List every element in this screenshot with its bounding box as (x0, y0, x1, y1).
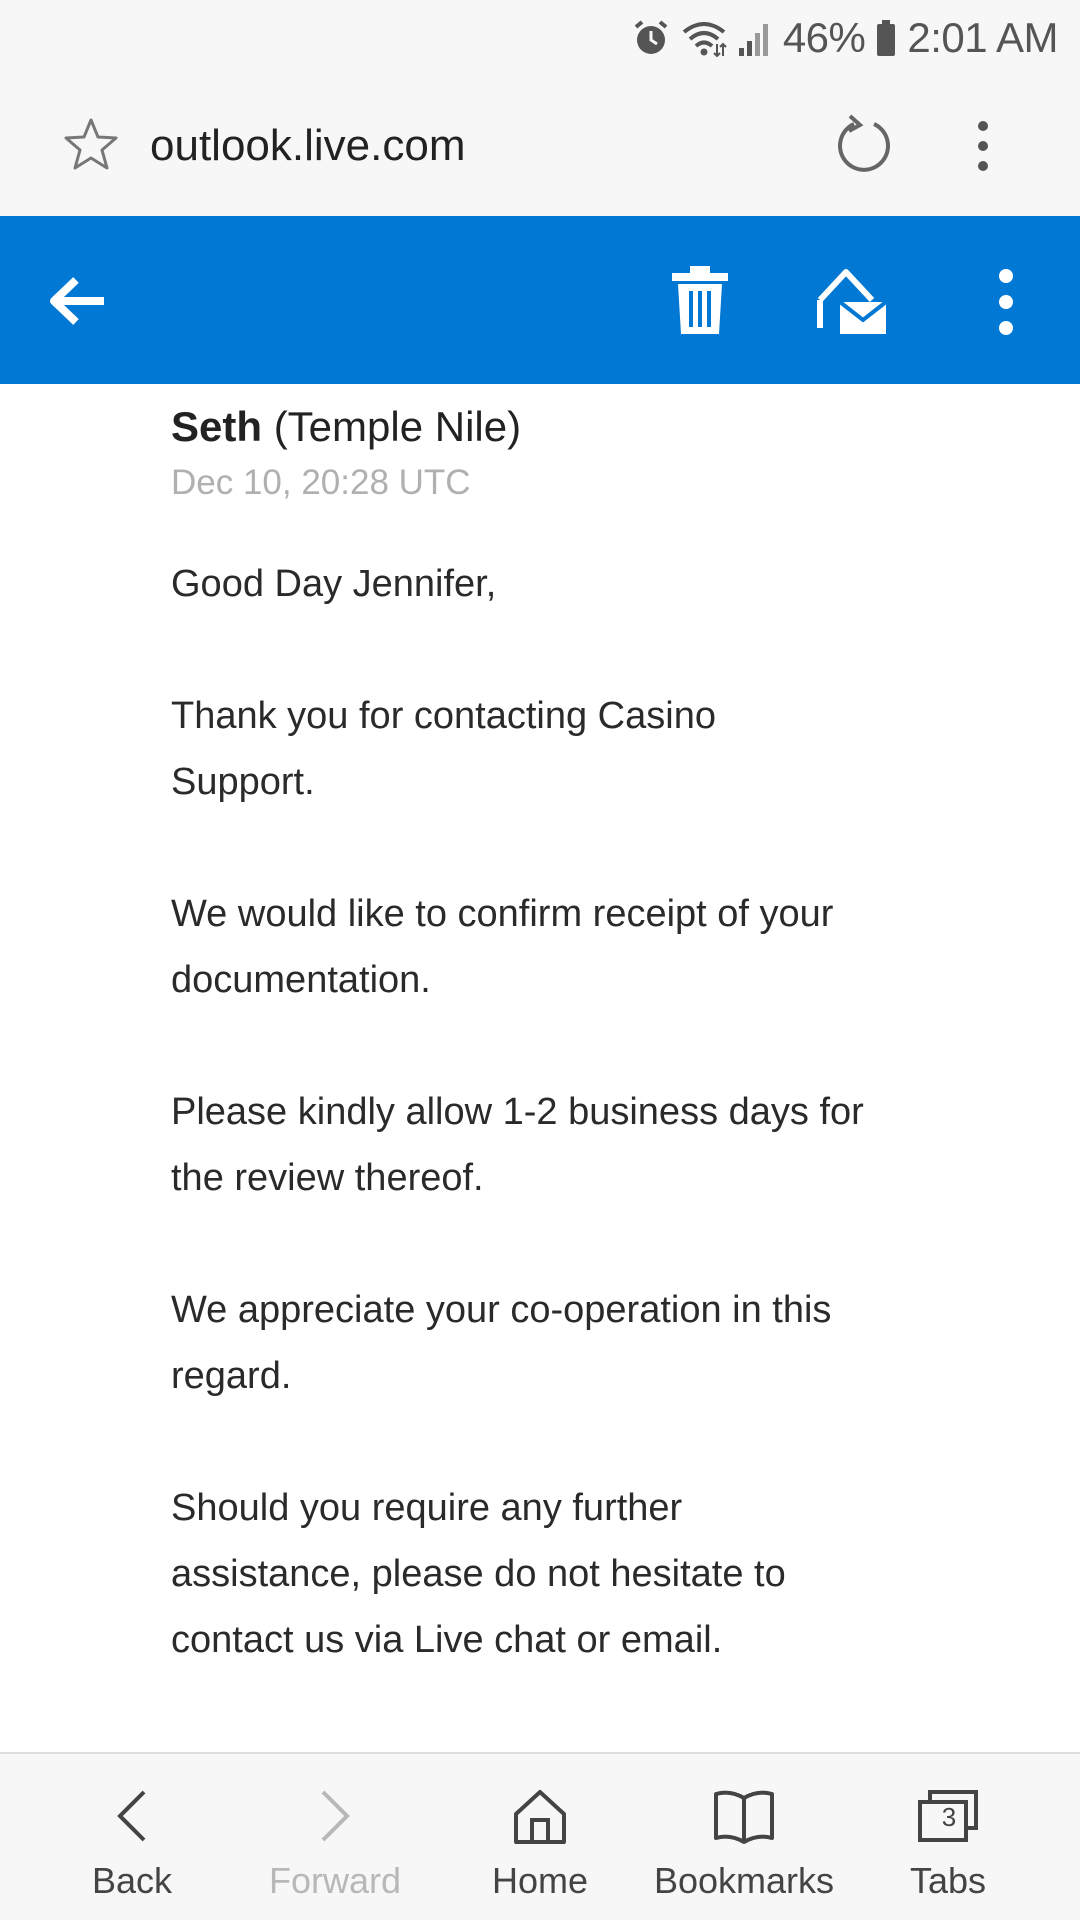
alarm-icon (634, 20, 668, 54)
signal-icon (738, 24, 768, 56)
more-vertical-icon[interactable] (980, 266, 1032, 338)
battery-percent: 46% (782, 14, 866, 61)
body-paragraph: We would like to confirm receipt of your… (171, 893, 834, 1001)
sender-org: (Temple Nile) (273, 403, 522, 450)
tabs-count: 3 (941, 1802, 957, 1832)
status-icons: 46% 2:01 AM (631, 10, 1058, 66)
nav-bookmarks-label: Bookmarks (653, 1860, 835, 1901)
nav-home-label: Home (491, 1860, 589, 1901)
more-vertical-icon[interactable] (958, 118, 1008, 174)
email-body: Good Day Jennifer, Thank you for contact… (171, 551, 971, 1673)
body-paragraph: Thank you for contacting Casino Support. (171, 695, 716, 803)
battery-icon (877, 20, 896, 56)
nav-home-button[interactable]: Home (480, 1754, 600, 1920)
bookmarks-icon (714, 1790, 774, 1844)
body-paragraph: We appreciate your co-operation in this … (171, 1289, 832, 1397)
chevron-left-icon (117, 1790, 146, 1842)
back-arrow-icon[interactable] (46, 274, 110, 328)
nav-forward-button[interactable]: Forward (263, 1754, 407, 1920)
refresh-icon[interactable] (836, 114, 892, 174)
body-paragraph: Good Day Jennifer, (171, 563, 497, 605)
sent-date: Dec 10, 20:28 UTC (171, 463, 471, 502)
browser-url-bar: outlook.live.com (0, 76, 1080, 216)
sender-name: Seth (171, 403, 263, 450)
mail-toolbar (0, 216, 1080, 384)
email-message: Seth (Temple Nile) Dec 10, 20:28 UTC Goo… (171, 384, 971, 1739)
nav-bookmarks-button[interactable]: Bookmarks (652, 1754, 836, 1920)
nav-forward-label: Forward (268, 1860, 402, 1901)
browser-bottom-nav: Back Forward Home Bookmarks 3 Tabs (0, 1752, 1080, 1920)
nav-tabs-label: Tabs (909, 1860, 987, 1901)
sender-line: Seth (Temple Nile) (171, 397, 971, 457)
home-icon (514, 1790, 566, 1844)
mark-read-icon[interactable] (816, 266, 888, 336)
clock: 2:01 AM (907, 14, 1058, 61)
wifi-icon (682, 22, 727, 58)
body-paragraph: Please kindly allow 1-2 business days fo… (171, 1091, 864, 1199)
status-bar: 46% 2:01 AM (0, 0, 1080, 76)
nav-back-button[interactable]: Back (68, 1754, 196, 1920)
url-text[interactable]: outlook.live.com (150, 121, 465, 171)
star-icon[interactable] (62, 116, 120, 174)
nav-tabs-button[interactable]: 3 Tabs (890, 1754, 1006, 1920)
trash-icon[interactable] (670, 264, 730, 336)
body-paragraph: Should you require any further assistanc… (171, 1487, 786, 1661)
chevron-right-icon (321, 1790, 350, 1842)
nav-back-label: Back (91, 1860, 173, 1901)
